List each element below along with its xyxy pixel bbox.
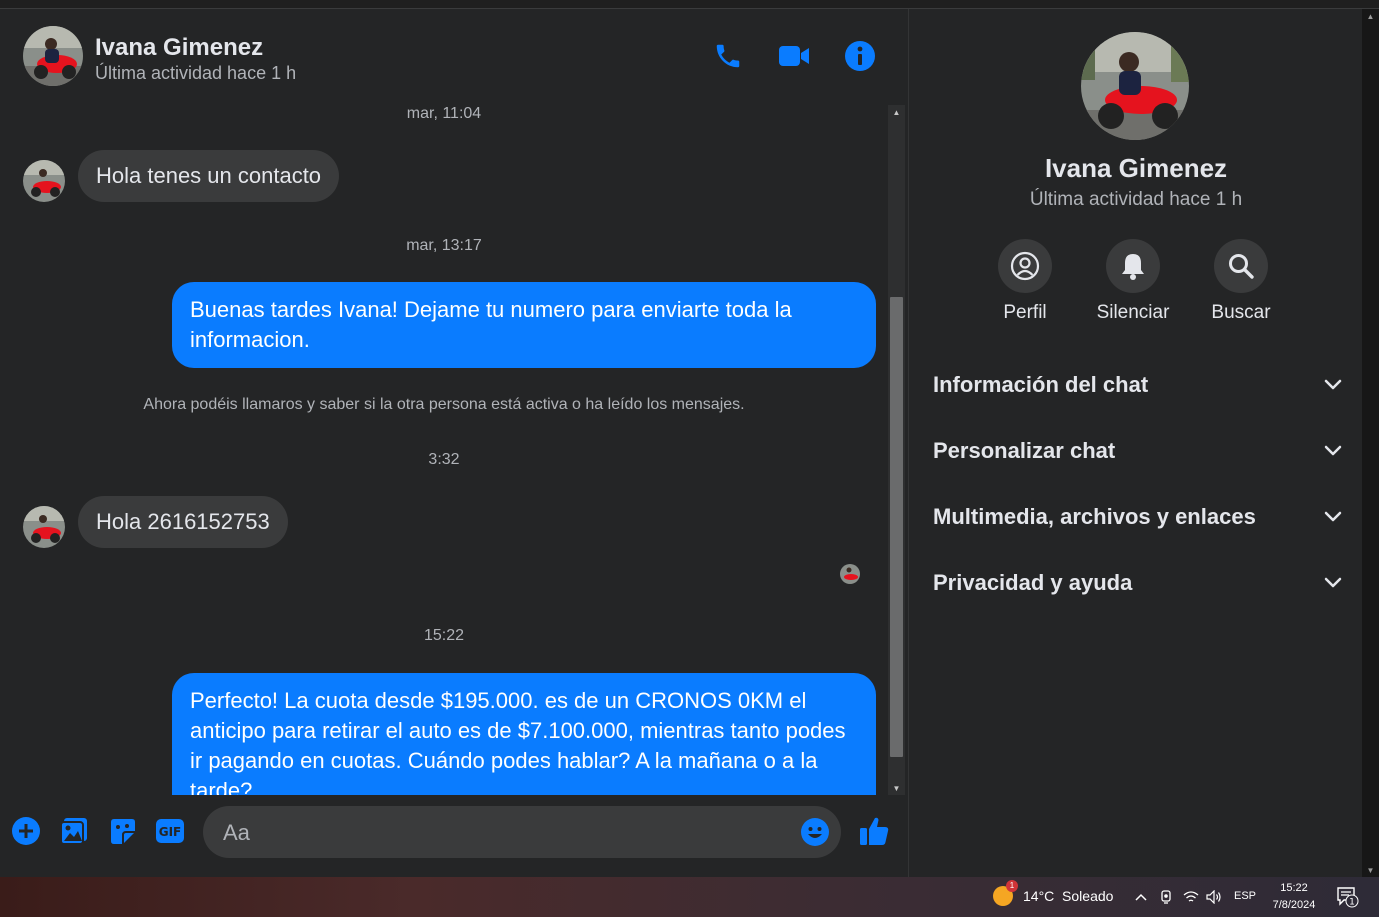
section-privacy-help[interactable]: Privacidad y ayuda	[933, 563, 1343, 603]
scroll-thumb[interactable]	[890, 297, 903, 757]
search-action[interactable]: Buscar	[1191, 239, 1291, 324]
contact-avatar[interactable]	[23, 26, 83, 86]
section-customize-chat[interactable]: Personalizar chat	[933, 431, 1343, 471]
timestamp: 15:22	[423, 627, 465, 644]
section-title: Información del chat	[933, 372, 1149, 397]
search-icon[interactable]	[1214, 239, 1268, 293]
notification-center-icon[interactable]: 1	[1336, 886, 1360, 908]
section-media-files-links[interactable]: Multimedia, archivos y enlaces	[933, 497, 1343, 537]
chevron-down-icon	[1324, 445, 1342, 456]
weather-badge: 1	[1006, 880, 1018, 892]
clock-time: 15:22	[1280, 882, 1308, 894]
svg-text:GIF: GIF	[159, 825, 182, 839]
weather-text: 14°C Soleado	[1023, 888, 1114, 904]
composer-bar: GIF	[0, 795, 908, 877]
notification-count: 1	[1349, 898, 1355, 908]
chat-panel: Ivana Gimenez Última actividad hace 1 h …	[0, 9, 908, 877]
mute-label: Silenciar	[1096, 302, 1170, 323]
clock-date: 7/8/2024	[1272, 899, 1316, 911]
speaker-icon[interactable]	[1205, 889, 1223, 905]
message-input[interactable]	[221, 806, 785, 860]
phone-icon[interactable]	[711, 39, 745, 73]
chevron-up-icon[interactable]	[1132, 889, 1150, 905]
search-label: Buscar	[1211, 302, 1271, 323]
scroll-down-arrow[interactable]: ▼	[888, 781, 905, 795]
windows-taskbar: 1 14°C Soleado ESP 15:22 7/8/2024 1	[0, 877, 1379, 917]
message-scrollbar[interactable]: ▲ ▼	[888, 105, 905, 795]
mute-action[interactable]: Silenciar	[1083, 239, 1183, 324]
contact-name[interactable]: Ivana Gimenez	[95, 34, 263, 62]
emoji-icon[interactable]	[799, 816, 831, 848]
section-title: Privacidad y ayuda	[933, 570, 1133, 595]
meet-now-icon[interactable]	[1157, 889, 1175, 905]
last-active-status: Última actividad hace 1 h	[95, 63, 297, 83]
wifi-icon[interactable]	[1182, 889, 1200, 905]
sun-icon: 1	[993, 880, 1018, 906]
timestamp: 3:32	[428, 451, 460, 468]
scroll-up-arrow[interactable]: ▲	[888, 105, 905, 119]
incoming-message[interactable]: Hola tenes un contacto	[78, 150, 340, 202]
message-input-wrapper	[203, 806, 841, 860]
section-title: Personalizar chat	[933, 438, 1116, 463]
thumbs-up-icon[interactable]	[858, 815, 890, 847]
profile-icon[interactable]	[998, 239, 1052, 293]
chevron-down-icon	[1324, 379, 1342, 390]
seen-receipt-avatar	[840, 564, 860, 584]
bell-icon[interactable]	[1106, 239, 1160, 293]
sender-avatar[interactable]	[23, 160, 65, 202]
timestamp: mar, 13:17	[406, 237, 482, 254]
page-scroll-up-arrow[interactable]: ▲	[1362, 9, 1379, 23]
sender-avatar[interactable]	[23, 506, 65, 548]
section-chat-info[interactable]: Información del chat	[933, 365, 1343, 405]
sticker-icon[interactable]	[106, 815, 138, 847]
system-notice: Ahora podéis llamaros y saber si la otra…	[143, 396, 745, 413]
panel-contact-avatar[interactable]	[1081, 32, 1189, 140]
info-icon[interactable]	[843, 39, 877, 73]
panel-contact-name: Ivana Gimenez	[1044, 153, 1228, 183]
gif-icon[interactable]: GIF	[154, 815, 186, 847]
language-indicator[interactable]: ESP	[1234, 890, 1256, 902]
clock[interactable]: 15:22 7/8/2024	[1264, 880, 1324, 914]
message-list[interactable]: mar, 11:04 Hola tenes un contacto mar, 1…	[0, 105, 888, 795]
conversation-info-panel: Ivana Gimenez Última actividad hace 1 h …	[908, 9, 1362, 877]
weather-widget[interactable]: 1 14°C Soleado	[993, 880, 1114, 906]
incoming-message[interactable]: Hola 2616152753	[78, 496, 288, 548]
page-scrollbar[interactable]: ▲ ▼	[1362, 9, 1379, 877]
outgoing-message[interactable]: Perfecto! La cuota desde $195.000. es de…	[172, 673, 876, 795]
timestamp: mar, 11:04	[406, 105, 482, 122]
outgoing-message[interactable]: Buenas tardes Ivana! Dejame tu numero pa…	[172, 282, 876, 368]
window-top-edge	[0, 0, 1379, 9]
plus-circle-icon[interactable]	[10, 815, 42, 847]
image-icon[interactable]	[58, 815, 90, 847]
page-scroll-down-arrow[interactable]: ▼	[1362, 863, 1379, 877]
section-title: Multimedia, archivos y enlaces	[933, 504, 1256, 529]
chevron-down-icon	[1324, 577, 1342, 588]
video-camera-icon[interactable]	[777, 39, 811, 73]
panel-last-active: Última actividad hace 1 h	[1029, 189, 1243, 210]
profile-label: Perfil	[1003, 302, 1047, 323]
profile-action[interactable]: Perfil	[975, 239, 1075, 324]
chat-header: Ivana Gimenez Última actividad hace 1 h	[0, 9, 908, 105]
chevron-down-icon	[1324, 511, 1342, 522]
